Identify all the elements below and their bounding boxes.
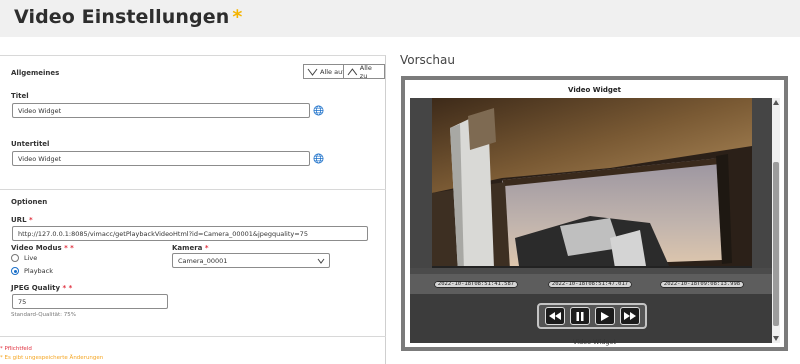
widget-title: Video Widget — [568, 86, 621, 94]
timestamp-current: 2022-10-18T08:51:47.017 — [548, 281, 632, 288]
section-title-options: Optionen — [11, 198, 48, 206]
pause-icon — [576, 311, 583, 321]
preview-scrollbar[interactable] — [772, 98, 780, 343]
section-divider — [0, 189, 386, 190]
globe-icon[interactable] — [313, 105, 324, 116]
play-icon — [600, 311, 609, 321]
rewind-button[interactable] — [544, 307, 565, 325]
required-note: * Pflichtfeld — [0, 346, 32, 352]
pause-button[interactable] — [569, 307, 590, 325]
widget-subtitle: Video Widget — [572, 338, 617, 346]
playback-controls — [537, 303, 647, 329]
globe-icon[interactable] — [313, 153, 324, 164]
preview-frame: Video Widget 2022-10-18T08:51:41.587 202… — [401, 76, 788, 351]
section-title-general: Allgemeines — [11, 69, 60, 77]
required-marker: * * — [62, 284, 73, 292]
unsaved-note: * Es gibt ungespeicherte Änderungen — [0, 355, 104, 361]
collapse-all-button[interactable]: Alle zu — [343, 63, 385, 80]
chevron-up-icon — [347, 67, 358, 75]
timestamp-start: 2022-10-18T08:51:41.587 — [434, 281, 518, 288]
jpeg-quality-hint: Standard-Qualität: 75% — [11, 312, 76, 318]
page-title-text: Video Einstellungen — [14, 6, 230, 28]
url-label-text: URL — [11, 216, 27, 224]
jpeg-quality-input[interactable]: 75 — [12, 294, 168, 309]
preview-heading: Vorschau — [400, 53, 455, 67]
radio-playback[interactable]: Playback — [11, 267, 53, 275]
video-mode-label-text: Video Modus — [11, 244, 62, 252]
settings-panel: Allgemeines Alle auf Alle zu Titel Video… — [0, 55, 386, 364]
required-marker: * * — [64, 244, 74, 252]
header-bar: Video Einstellungen * — [0, 0, 800, 37]
camera-select-value: Camera_00001 — [178, 257, 228, 265]
footer-divider — [0, 336, 386, 337]
radio-playback-label: Playback — [24, 267, 54, 275]
jpeg-quality-label: JPEG Quality * * — [11, 284, 72, 292]
title-input[interactable]: Video Widget — [12, 103, 310, 118]
radio-live[interactable]: Live — [11, 254, 37, 262]
unsaved-marker: * — [232, 6, 243, 28]
camera-label: Kamera * — [172, 244, 208, 252]
radio-live-label: Live — [24, 254, 38, 262]
camera-label-text: Kamera — [172, 244, 203, 252]
chevron-down-icon — [307, 68, 318, 76]
required-marker: * — [204, 244, 209, 252]
radio-playback-indicator[interactable] — [11, 267, 19, 275]
rewind-icon — [548, 312, 561, 320]
timestamp-end: 2022-10-18T09:08:13.998 — [660, 281, 744, 288]
expand-all-label: Alle auf — [320, 67, 345, 76]
subtitle-label: Untertitel — [11, 140, 50, 148]
title-label: Titel — [11, 92, 29, 100]
fast-forward-icon — [623, 312, 636, 320]
url-input[interactable]: http://127.0.0.1:8085/vimacc/getPlayback… — [12, 226, 368, 241]
scroll-up-icon[interactable] — [773, 100, 779, 105]
play-button[interactable] — [594, 307, 615, 325]
url-label: URL * — [11, 216, 33, 224]
radio-live-indicator[interactable] — [11, 254, 19, 262]
video-mode-label: Video Modus * * — [11, 244, 74, 252]
required-marker: * — [28, 216, 33, 224]
collapse-all-label: Alle zu — [359, 63, 372, 80]
scrollbar-thumb[interactable] — [773, 162, 779, 326]
camera-select[interactable]: Camera_00001 — [172, 253, 330, 268]
expand-all-button[interactable]: Alle auf — [303, 64, 349, 79]
subtitle-input[interactable]: Video Widget — [12, 151, 310, 166]
page-title: Video Einstellungen * — [14, 6, 242, 28]
chevron-down-icon[interactable] — [317, 258, 325, 264]
video-player[interactable]: 2022-10-18T08:51:41.587 2022-10-18T08:51… — [410, 98, 772, 343]
fast-forward-button[interactable] — [619, 307, 640, 325]
jpeg-quality-label-text: JPEG Quality — [11, 284, 61, 292]
